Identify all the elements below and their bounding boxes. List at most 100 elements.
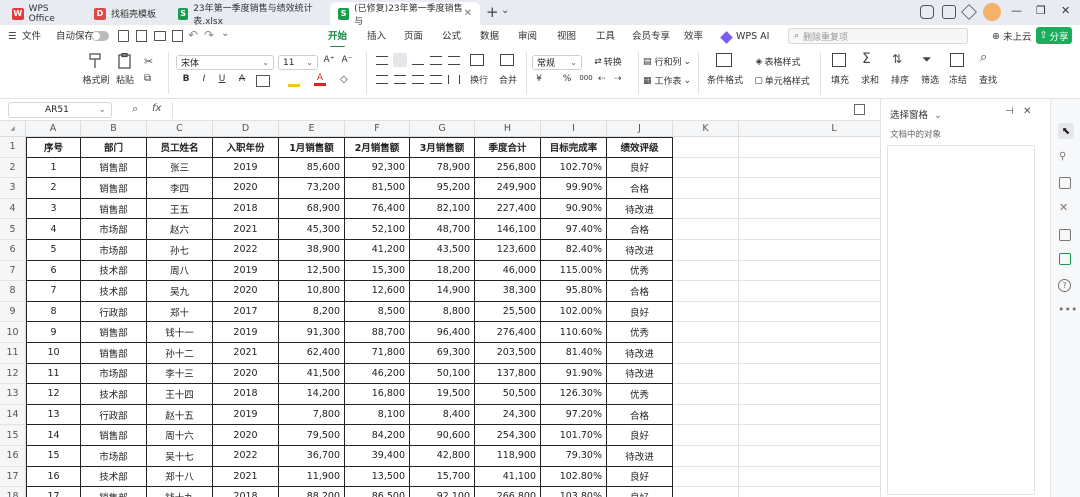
table-header-cell[interactable]: 入职年份 — [213, 137, 279, 158]
table-cell[interactable]: 96,400 — [410, 322, 475, 343]
table-cell[interactable]: 王五 — [147, 198, 213, 220]
select-all-corner[interactable]: ◢ — [0, 121, 26, 137]
table-cell[interactable]: 2022 — [213, 446, 279, 467]
more-icon[interactable]: ••• — [1058, 303, 1077, 316]
empty-cell[interactable] — [673, 157, 739, 179]
align-left-icon[interactable] — [376, 75, 388, 84]
row-header[interactable]: 5 — [0, 219, 26, 240]
convert-button[interactable]: ⇄ 转换 — [588, 55, 628, 69]
fill-icon[interactable] — [832, 53, 846, 67]
table-cell[interactable]: 82,100 — [410, 198, 475, 220]
column-header[interactable]: G — [410, 121, 475, 137]
grow-font-button[interactable]: A⁺ — [322, 55, 336, 65]
table-cell[interactable]: 78,900 — [410, 157, 475, 179]
empty-cell[interactable] — [673, 178, 739, 199]
table-cell[interactable]: 85,600 — [279, 157, 345, 179]
table-cell[interactable]: 市场部 — [81, 240, 147, 261]
font-color-button[interactable]: A — [314, 73, 326, 86]
table-cell[interactable]: 赵六 — [147, 219, 213, 240]
table-cell[interactable]: 12 — [26, 384, 81, 405]
table-cell[interactable]: 技术部 — [81, 260, 147, 282]
table-cell[interactable]: 81,500 — [345, 178, 410, 199]
table-cell[interactable]: 71,800 — [345, 343, 410, 364]
table-cell[interactable]: 15,700 — [410, 466, 475, 488]
column-header[interactable]: K — [673, 121, 739, 137]
table-cell[interactable]: 2017 — [213, 301, 279, 323]
table-cell[interactable]: 2020 — [213, 178, 279, 199]
column-header[interactable]: D — [213, 121, 279, 137]
close-window-button[interactable]: ✕ — [1061, 4, 1070, 17]
table-cell[interactable]: 52,100 — [345, 219, 410, 240]
find-icon[interactable]: ⌕ — [980, 50, 987, 65]
table-cell[interactable]: 待改进 — [607, 363, 673, 385]
font-name-select[interactable]: 宋体 ⌄ — [176, 55, 274, 70]
align-bottom-icon[interactable] — [412, 56, 424, 65]
rows-cols-button[interactable]: ▤ 行和列 ⌄ — [642, 55, 692, 69]
table-cell[interactable]: 14 — [26, 425, 81, 446]
table-cell[interactable]: 郑十 — [147, 301, 213, 323]
freeze-button[interactable]: 冻结 — [944, 73, 972, 86]
formula-input[interactable] — [172, 102, 852, 118]
tab-close-icon[interactable]: ✕ — [464, 8, 472, 19]
wrap-text-icon[interactable] — [470, 54, 484, 66]
table-cell[interactable]: 16,800 — [345, 384, 410, 405]
table-cell[interactable]: 38,300 — [475, 281, 541, 302]
table-cell[interactable]: 12,500 — [279, 260, 345, 282]
table-cell[interactable]: 99.90% — [541, 178, 607, 199]
table-cell[interactable]: 2021 — [213, 466, 279, 488]
search-input[interactable]: 删除重复项 — [803, 30, 848, 43]
cell-style-button[interactable]: ▢ 单元格样式 — [750, 74, 814, 88]
hamburger-icon[interactable]: ☰ — [8, 29, 17, 45]
align-top-icon[interactable] — [376, 56, 388, 65]
object-list[interactable] — [887, 145, 1035, 495]
table-cell[interactable]: 1 — [26, 157, 81, 179]
shrink-font-button[interactable]: A⁻ — [340, 55, 354, 65]
table-cell[interactable]: 2020 — [213, 363, 279, 385]
table-cell[interactable]: 88,200 — [279, 487, 345, 497]
decrease-decimal-icon[interactable]: ⇢ — [614, 74, 622, 84]
save-icon[interactable] — [118, 30, 129, 42]
empty-cell[interactable] — [673, 260, 739, 282]
empty-cell[interactable] — [673, 281, 739, 302]
table-cell[interactable]: 销售部 — [81, 343, 147, 364]
justify-icon[interactable] — [430, 75, 442, 84]
table-cell[interactable]: 110.60% — [541, 322, 607, 343]
empty-cell[interactable] — [739, 137, 880, 158]
menu-tab-formula[interactable]: 公式 — [442, 29, 461, 45]
table-cell[interactable]: 46,200 — [345, 363, 410, 385]
table-cell[interactable]: 市场部 — [81, 219, 147, 240]
empty-cell[interactable] — [673, 240, 739, 261]
table-cell[interactable]: 92,300 — [345, 157, 410, 179]
menu-tab-page[interactable]: 页面 — [404, 29, 423, 45]
table-header-cell[interactable]: 季度合计 — [475, 137, 541, 158]
table-cell[interactable]: 2019 — [213, 404, 279, 426]
empty-cell[interactable] — [673, 384, 739, 405]
table-cell[interactable]: 68,900 — [279, 198, 345, 220]
empty-cell[interactable] — [739, 240, 880, 261]
table-cell[interactable]: 81.40% — [541, 343, 607, 364]
table-cell[interactable]: 84,200 — [345, 425, 410, 446]
table-cell[interactable]: 钱十一 — [147, 322, 213, 343]
table-cell[interactable]: 45,300 — [279, 219, 345, 240]
column-header[interactable]: C — [147, 121, 213, 137]
empty-cell[interactable] — [739, 343, 880, 364]
percent-button[interactable]: % — [560, 74, 574, 84]
table-cell[interactable]: 88,700 — [345, 322, 410, 343]
row-header[interactable]: 7 — [0, 260, 26, 282]
table-cell[interactable]: 销售部 — [81, 178, 147, 199]
table-cell[interactable]: 市场部 — [81, 446, 147, 467]
row-header[interactable]: 6 — [0, 240, 26, 261]
select-pointer-icon[interactable]: ⬉ — [1058, 123, 1074, 139]
table-header-cell[interactable]: 目标完成率 — [541, 137, 607, 158]
table-cell[interactable]: 38,900 — [279, 240, 345, 261]
number-format-select[interactable]: 常规 ⌄ — [532, 55, 582, 70]
table-cell[interactable]: 97.20% — [541, 404, 607, 426]
table-cell[interactable]: 技术部 — [81, 281, 147, 302]
table-cell[interactable]: 17 — [26, 487, 81, 497]
table-cell[interactable]: 3 — [26, 198, 81, 220]
table-cell[interactable]: 95.80% — [541, 281, 607, 302]
freeze-icon[interactable] — [950, 53, 964, 67]
table-cell[interactable]: 25,500 — [475, 301, 541, 323]
filter-icon[interactable]: ⏷ — [922, 52, 932, 67]
cloud-status[interactable]: ⊕ 未上云 — [992, 28, 1031, 44]
